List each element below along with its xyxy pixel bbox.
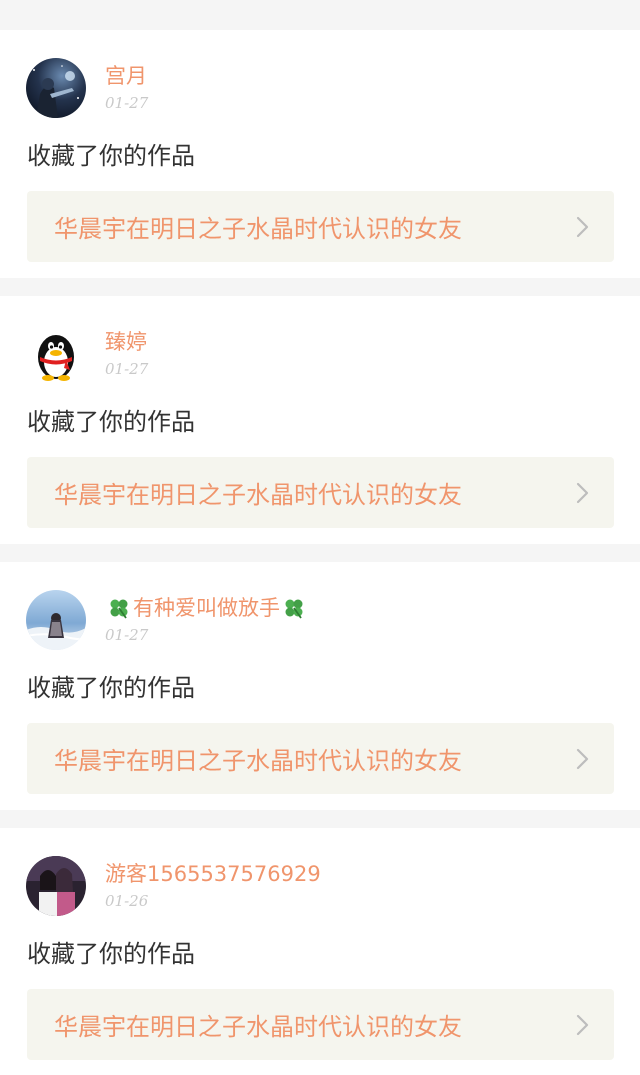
user-name-text[interactable]: 臻婷 [105,328,147,356]
avatar[interactable] [26,324,86,384]
work-title: 华晨宇在明日之子水晶时代认识的女友 [54,747,462,775]
work-title: 华晨宇在明日之子水晶时代认识的女友 [54,481,462,509]
user-row: 游客1565537576929 01-26 [26,856,321,916]
card-divider [0,810,640,828]
action-text: 收藏了你的作品 [27,674,195,702]
user-name[interactable]: 有种爱叫做放手 [105,594,308,622]
avatar-qq-penguin-icon [26,324,86,384]
user-row: 臻婷 01-27 [26,324,148,384]
notification-card: 宫月 01-27 收藏了你的作品 华晨宇在明日之子水晶时代认识的女友 [0,30,640,278]
work-title: 华晨宇在明日之子水晶时代认识的女友 [54,1013,462,1041]
user-row: 有种爱叫做放手 01-27 [26,590,308,650]
work-link[interactable]: 华晨宇在明日之子水晶时代认识的女友 [27,191,614,262]
action-text: 收藏了你的作品 [27,940,195,968]
action-text: 收藏了你的作品 [27,408,195,436]
user-name-text[interactable]: 宫月 [105,62,147,90]
user-name[interactable]: 臻婷 [105,328,148,356]
work-link[interactable]: 华晨宇在明日之子水晶时代认识的女友 [27,989,614,1060]
post-date: 01-27 [105,626,149,644]
user-meta: 宫月 01-27 [105,58,148,114]
user-meta: 有种爱叫做放手 01-27 [105,590,308,646]
notification-card: 有种爱叫做放手 01-27 收藏了你的作品 华晨宇在明日之子水晶时代认识的女友 [0,562,640,810]
notification-feed: 宫月 01-27 收藏了你的作品 华晨宇在明日之子水晶时代认识的女友 臻婷 01… [0,0,640,1075]
card-divider [0,544,640,562]
chevron-right-icon [576,482,589,503]
clover-icon [285,599,303,619]
clover-icon [110,599,128,619]
card-divider [0,278,640,296]
avatar-night-sky-icon [26,58,86,118]
notification-card: 臻婷 01-27 收藏了你的作品 华晨宇在明日之子水晶时代认识的女友 [0,296,640,544]
top-spacer [0,0,640,30]
post-date: 01-27 [105,360,149,378]
user-name[interactable]: 宫月 [105,62,148,90]
avatar-two-girls-icon [26,856,86,916]
post-date: 01-27 [105,94,149,112]
post-date: 01-26 [105,892,149,910]
avatar[interactable] [26,58,86,118]
work-link[interactable]: 华晨宇在明日之子水晶时代认识的女友 [27,723,614,794]
avatar-seaside-girl-icon [26,590,86,650]
chevron-right-icon [576,748,589,769]
work-title: 华晨宇在明日之子水晶时代认识的女友 [54,215,462,243]
chevron-right-icon [576,1014,589,1035]
user-name[interactable]: 游客1565537576929 [105,860,321,888]
action-text: 收藏了你的作品 [27,142,195,170]
user-meta: 游客1565537576929 01-26 [105,856,321,912]
notification-card: 游客1565537576929 01-26 收藏了你的作品 华晨宇在明日之子水晶… [0,828,640,1075]
work-link[interactable]: 华晨宇在明日之子水晶时代认识的女友 [27,457,614,528]
avatar[interactable] [26,590,86,650]
user-meta: 臻婷 01-27 [105,324,148,380]
avatar[interactable] [26,856,86,916]
user-row: 宫月 01-27 [26,58,148,118]
user-name-text[interactable]: 有种爱叫做放手 [133,594,280,622]
user-name-text[interactable]: 游客1565537576929 [105,860,321,888]
chevron-right-icon [576,216,589,237]
